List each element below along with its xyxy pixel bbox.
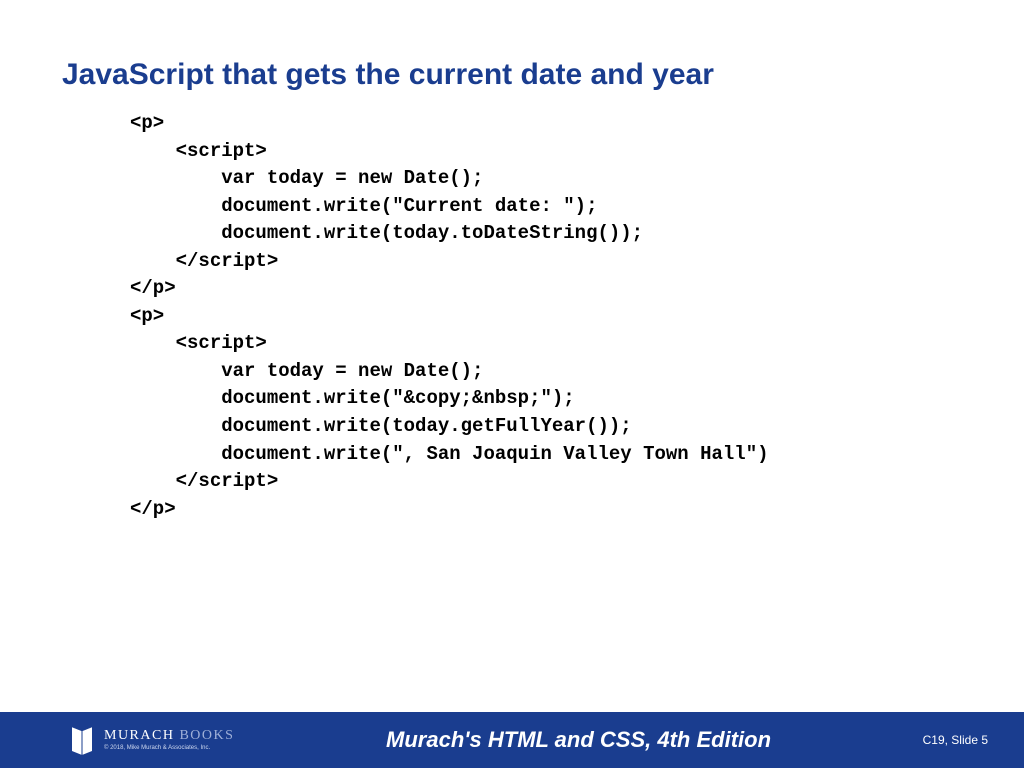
logo-brand-suffix: BOOKS [174,728,234,743]
footer-logo: MURACH BOOKS © 2018, Mike Murach & Assoc… [0,712,234,768]
slide-title: JavaScript that gets the current date an… [0,0,1024,110]
logo-brand-text: MURACH BOOKS [104,729,234,743]
logo-copyright: © 2018, Mike Murach & Associates, Inc. [104,745,234,751]
footer-book-title: Murach's HTML and CSS, 4th Edition [234,727,922,753]
slide-footer: MURACH BOOKS © 2018, Mike Murach & Assoc… [0,712,1024,768]
logo-text-wrap: MURACH BOOKS © 2018, Mike Murach & Assoc… [104,729,234,751]
logo-brand: MURACH [104,728,174,743]
footer-slide-ref: C19, Slide 5 [923,733,1024,747]
book-icon [70,725,94,755]
code-example: <p> <script> var today = new Date(); doc… [0,110,1024,523]
slide: JavaScript that gets the current date an… [0,0,1024,768]
